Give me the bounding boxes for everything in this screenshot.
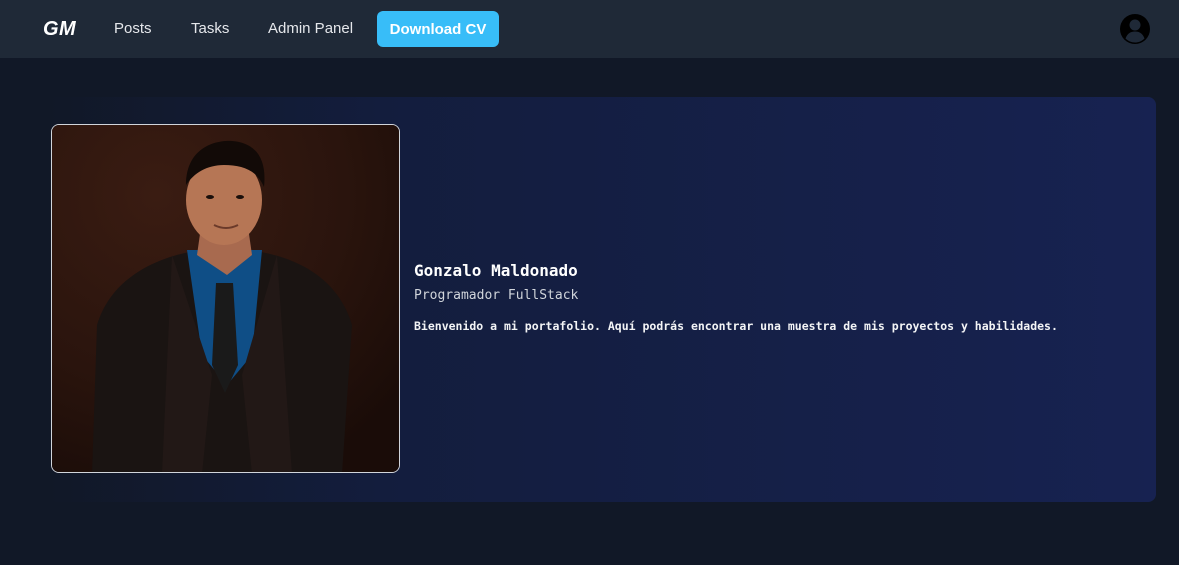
welcome-text: Bienvenido a mi portafolio. Aquí podrás …: [414, 319, 1058, 333]
profile-photo: [51, 124, 400, 473]
nav-link-admin-panel[interactable]: Admin Panel: [268, 20, 353, 37]
user-menu-button[interactable]: [1119, 13, 1151, 45]
nav-link-posts[interactable]: Posts: [114, 20, 152, 37]
nav-link-tasks[interactable]: Tasks: [191, 20, 229, 37]
profile-role: Programador FullStack: [414, 288, 579, 303]
logo[interactable]: GM: [43, 18, 76, 41]
profile-name: Gonzalo Maldonado: [414, 261, 578, 280]
user-circle-icon: [1120, 14, 1150, 44]
navbar: GM Posts Tasks Admin Panel Download CV: [0, 0, 1179, 58]
download-cv-button[interactable]: Download CV: [377, 11, 499, 47]
